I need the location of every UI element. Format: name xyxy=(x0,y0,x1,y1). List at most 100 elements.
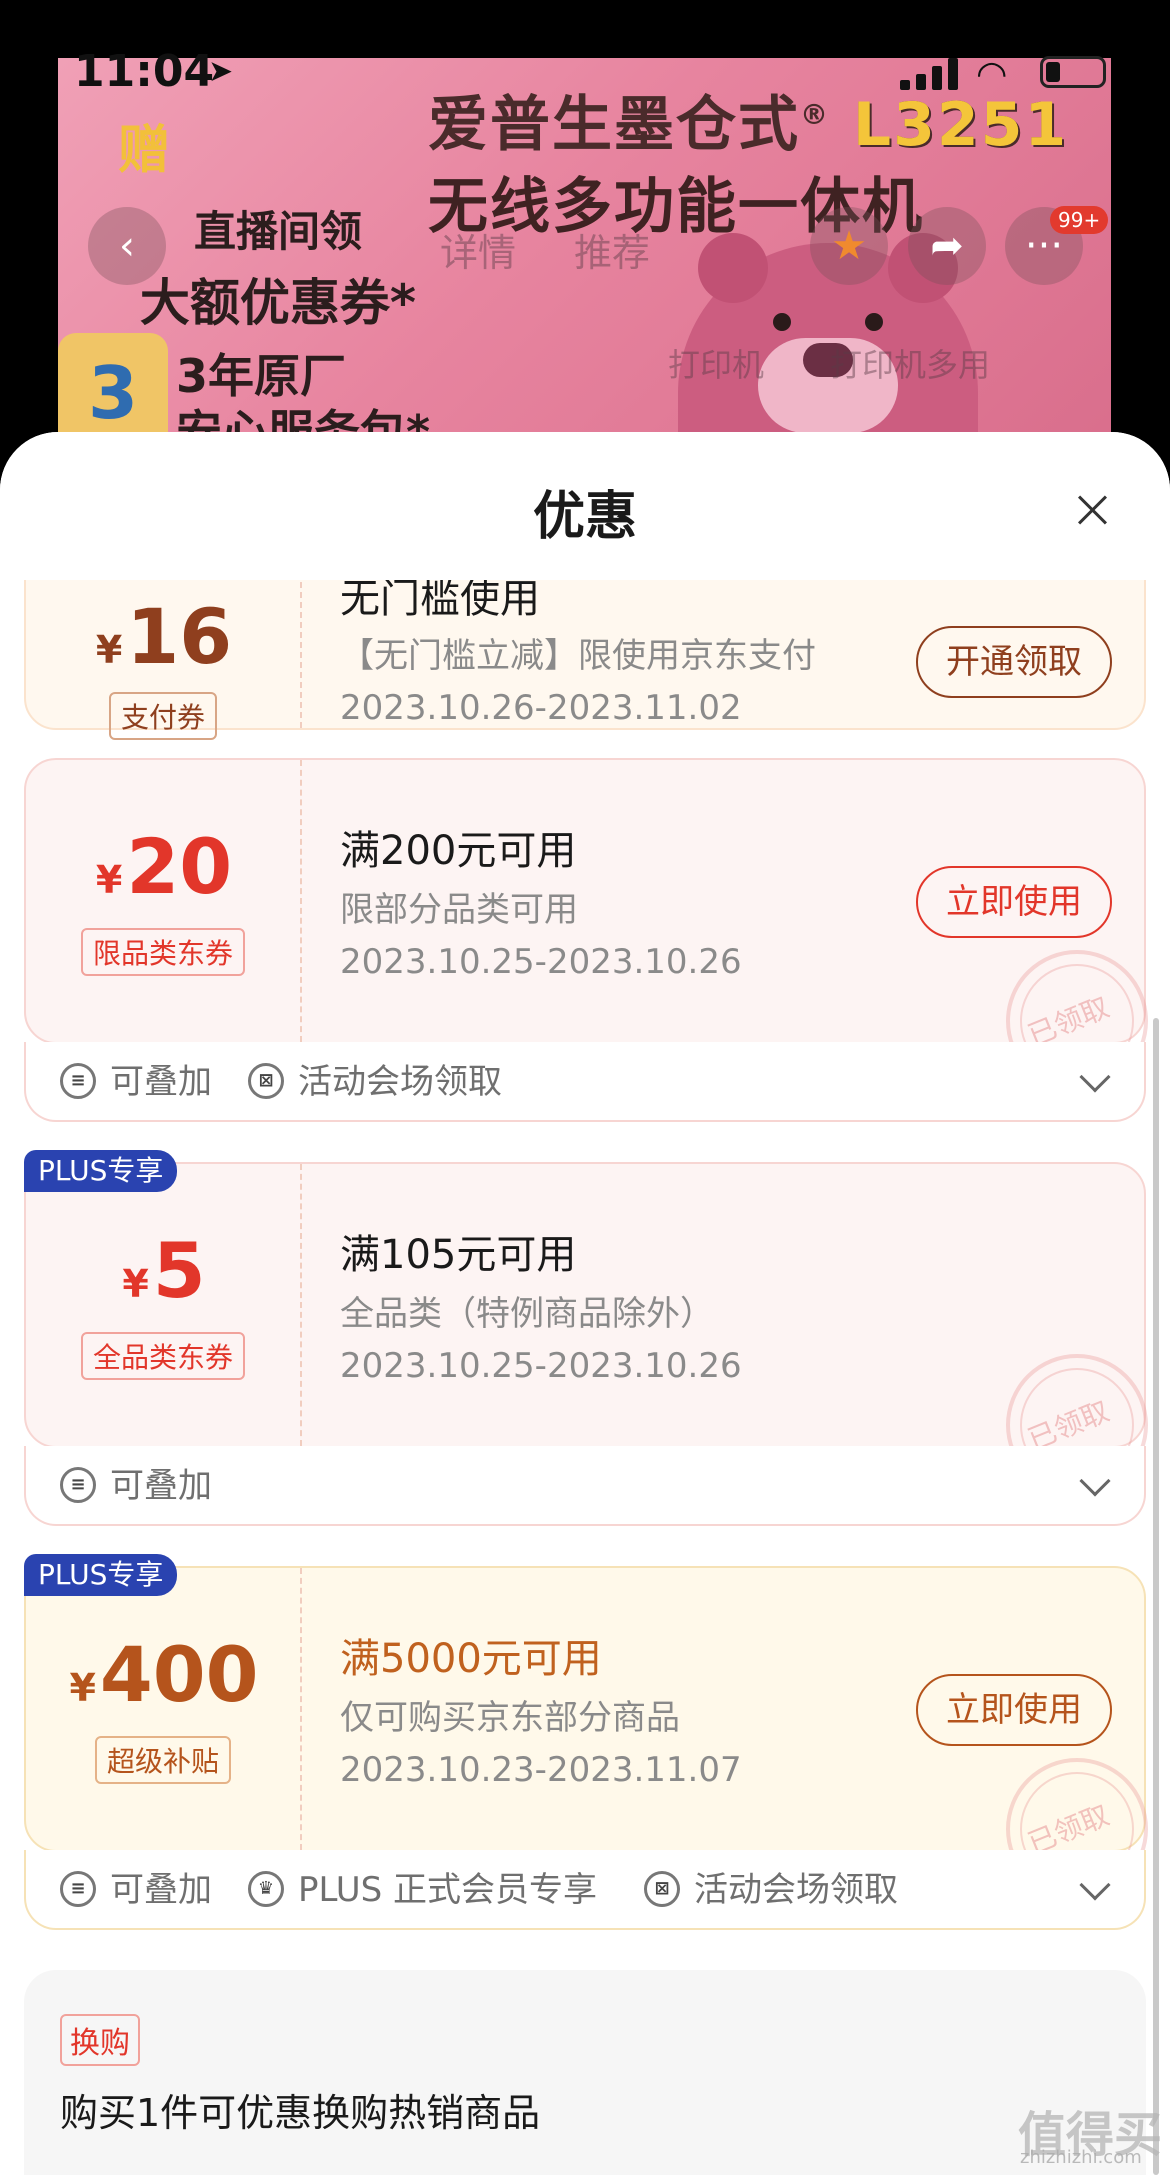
status-time: 11:04 xyxy=(74,46,215,97)
coupon-amount: ¥400 xyxy=(26,1630,302,1719)
watermark-url: zhizhizhi.com xyxy=(1020,2147,1142,2168)
star-icon: ★ xyxy=(831,223,867,269)
chevron-down-icon[interactable] xyxy=(1079,1869,1111,1901)
coupon-card: PLUS专享 ¥400 超级补贴 满5000元可用 仅可购买京东部分商品 202… xyxy=(24,1554,1148,1930)
tab-recommend: 推荐 xyxy=(574,231,651,275)
close-icon[interactable] xyxy=(1070,487,1116,533)
coupon-card: ¥16 支付券 无门槛使用 【无门槛立减】限使用京东支付 2023.10.26-… xyxy=(24,580,1146,740)
stack-icon: ≡ xyxy=(60,1062,96,1099)
message-count-badge: 99+ xyxy=(1050,206,1109,234)
amount-value: 400 xyxy=(99,1630,259,1719)
share-icon: ➦ xyxy=(930,223,964,269)
wifi-icon: ◠ xyxy=(976,54,1008,95)
promo-text: 直播间领 大额优惠券* xyxy=(113,198,443,335)
chevron-left-icon: ‹ xyxy=(119,223,135,269)
tab-detail: 详情 xyxy=(440,231,517,275)
location-arrow-icon: ➤ xyxy=(208,54,234,89)
coupon-amount: ¥16 xyxy=(26,592,302,681)
coupon-description: 【无门槛立减】限使用京东支付 xyxy=(340,636,816,676)
amount-value: 16 xyxy=(126,592,233,681)
stackable-label: 可叠加 xyxy=(110,1062,212,1102)
plus-member-label: PLUS 正式会员专享 xyxy=(298,1870,598,1910)
currency-symbol: ¥ xyxy=(95,858,123,902)
activate-claim-button[interactable]: 开通领取 xyxy=(916,626,1112,698)
coupon-info-bar[interactable]: ≡ 可叠加 ⊠ 活动会场领取 xyxy=(24,1042,1146,1122)
cellular-signal-icon xyxy=(900,58,962,90)
plus-member-info: ♛ PLUS 正式会员专享 xyxy=(248,1870,597,1910)
coupon-description: 全品类（特例商品除外） xyxy=(340,1294,714,1334)
exchange-tag: 换购 xyxy=(60,2014,140,2066)
coupon-type-tag: 超级补贴 xyxy=(94,1736,232,1784)
currency-symbol: ¥ xyxy=(69,1666,96,1710)
coupon-validity: 2023.10.23-2023.11.07 xyxy=(340,1750,742,1790)
chevron-down-icon[interactable] xyxy=(1079,1465,1111,1497)
plus-exclusive-badge: PLUS专享 xyxy=(24,1150,178,1192)
coupon-validity: 2023.10.26-2023.11.02 xyxy=(340,688,742,728)
coupon-card: ¥20 限品类东券 满200元可用 限部分品类可用 2023.10.25-202… xyxy=(24,758,1148,1122)
coupon-validity: 2023.10.25-2023.10.26 xyxy=(340,1346,742,1386)
banner-title-text: 爱普生墨仓式 xyxy=(428,90,800,160)
coupon-amount: ¥5 xyxy=(26,1226,302,1315)
coupon-sheet: 优惠 ¥16 支付券 无门槛使用 【无门槛立减】限使用京东支付 2023.10.… xyxy=(0,432,1170,2175)
amount-value: 5 xyxy=(152,1226,206,1315)
sheet-title: 优惠 xyxy=(532,487,637,547)
coupon-card: PLUS专享 ¥5 全品类东券 满105元可用 全品类（特例商品除外） 2023… xyxy=(24,1150,1148,1526)
share-button[interactable]: ➦ xyxy=(908,207,986,285)
amount-value: 20 xyxy=(126,822,233,911)
battery-icon xyxy=(1040,56,1106,88)
coupon-title: 满200元可用 xyxy=(340,828,577,874)
coupon-info-bar[interactable]: ≡ 可叠加 ♛ PLUS 正式会员专享 ⊠ 活动会场领取 xyxy=(24,1850,1146,1930)
plus-exclusive-badge: PLUS专享 xyxy=(24,1554,178,1596)
category-printer: 打印机 xyxy=(668,346,765,384)
status-bar: 11:04 ➤ ◠ xyxy=(0,0,1170,100)
stack-icon: ≡ xyxy=(60,1870,96,1907)
crown-icon: ♛ xyxy=(248,1870,284,1907)
favorite-button[interactable]: ★ xyxy=(810,207,888,285)
coupon-description: 限部分品类可用 xyxy=(340,890,578,930)
coupon-amount-section: ¥20 限品类东券 xyxy=(26,760,302,1042)
category-printer-multi: 打印机多用 xyxy=(830,346,991,384)
stackable-info: ≡ 可叠加 xyxy=(60,1870,212,1910)
coupon-type-tag: 全品类东券 xyxy=(80,1332,246,1380)
coupon-description: 仅可购买京东部分商品 xyxy=(340,1698,680,1738)
ticket-icon: ⊠ xyxy=(644,1870,680,1907)
use-now-button[interactable]: 立即使用 xyxy=(916,1674,1112,1746)
coupon-body: ¥20 限品类东券 满200元可用 限部分品类可用 2023.10.25-202… xyxy=(24,758,1148,1092)
venue-claim-info: ⊠ 活动会场领取 xyxy=(644,1870,898,1910)
coupon-amount-section: ¥16 支付券 xyxy=(26,580,302,740)
venue-claim-label: 活动会场领取 xyxy=(298,1062,502,1102)
coupon-title: 无门槛使用 xyxy=(340,580,540,622)
coupon-amount-section: ¥5 全品类东券 xyxy=(26,1164,302,1446)
stack-icon: ≡ xyxy=(60,1466,96,1503)
sheet-header: 优惠 xyxy=(0,432,1170,580)
coupon-body: ¥400 超级补贴 满5000元可用 仅可购买京东部分商品 2023.10.23… xyxy=(24,1566,1148,1900)
coupon-body: ¥16 支付券 无门槛使用 【无门槛立减】限使用京东支付 2023.10.26-… xyxy=(24,580,1146,740)
venue-claim-label: 活动会场领取 xyxy=(694,1870,898,1910)
coupon-list[interactable]: ¥16 支付券 无门槛使用 【无门槛立减】限使用京东支付 2023.10.26-… xyxy=(0,580,1170,2175)
coupon-info-bar[interactable]: ≡ 可叠加 xyxy=(24,1446,1146,1526)
gift-tag: 赠 xyxy=(118,121,171,181)
exchange-offer-card[interactable]: 换购 购买1件可优惠换购热销商品 xyxy=(24,1970,1146,2175)
coupon-amount: ¥20 xyxy=(26,822,302,911)
venue-claim-info: ⊠ 活动会场领取 xyxy=(248,1062,502,1102)
coupon-body: ¥5 全品类东券 满105元可用 全品类（特例商品除外） 2023.10.25-… xyxy=(24,1162,1148,1496)
coupon-title: 满105元可用 xyxy=(340,1232,577,1278)
banner-model: L3251 xyxy=(852,90,1069,160)
coupon-validity: 2023.10.25-2023.10.26 xyxy=(340,942,742,982)
currency-symbol: ¥ xyxy=(122,1262,149,1306)
coupon-amount-section: ¥400 超级补贴 xyxy=(26,1568,302,1850)
service-line-1: 3年原厂 xyxy=(176,349,347,403)
stackable-label: 可叠加 xyxy=(110,1466,212,1506)
stackable-info: ≡ 可叠加 xyxy=(60,1062,212,1102)
stackable-label: 可叠加 xyxy=(110,1870,212,1910)
coupon-type-tag: 支付券 xyxy=(108,692,218,740)
promo-line-2: 大额优惠券* xyxy=(139,274,417,332)
currency-symbol: ¥ xyxy=(95,628,123,672)
exchange-text: 购买1件可优惠换购热销商品 xyxy=(60,2091,541,2135)
back-button[interactable]: ‹ xyxy=(88,207,166,285)
scrollbar[interactable] xyxy=(1153,1018,1159,2175)
banner-reg-mark: ® xyxy=(800,98,830,131)
coupon-type-tag: 限品类东券 xyxy=(80,928,246,976)
chevron-down-icon[interactable] xyxy=(1079,1061,1111,1093)
use-now-button[interactable]: 立即使用 xyxy=(916,866,1112,938)
